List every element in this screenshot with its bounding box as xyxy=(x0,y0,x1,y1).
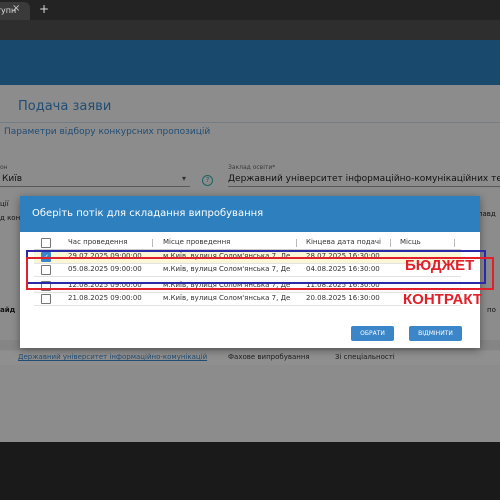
column-place[interactable]: Місце проведення xyxy=(163,238,230,246)
dialog-header: Оберіть потік для складання випробування xyxy=(20,196,480,232)
column-time[interactable]: Час проведення xyxy=(68,238,127,246)
select-all-checkbox[interactable] xyxy=(41,238,51,248)
row-time: 21.08.2025 09:00:00 xyxy=(68,294,142,302)
column-seats[interactable]: Місць xyxy=(400,238,421,246)
column-separator xyxy=(454,239,455,247)
browser-tab-bar: ступн × + xyxy=(0,0,500,20)
screen-bezel xyxy=(0,442,500,500)
close-tab-icon[interactable]: × xyxy=(12,3,20,15)
choose-button[interactable]: ОБРАТИ xyxy=(351,326,394,341)
column-deadline[interactable]: Кінцева дата подачі xyxy=(306,238,381,246)
table-row[interactable]: 21.08.2025 09:00:00 м.Київ, вулиця Солом… xyxy=(34,293,461,306)
browser-toolbar xyxy=(0,20,500,40)
new-tab-icon[interactable]: + xyxy=(39,3,49,15)
grid-header: Час проведення Місце проведення Кінцева … xyxy=(34,237,461,250)
budget-annotation: БЮДЖЕТ xyxy=(405,257,475,274)
column-separator xyxy=(152,239,153,247)
column-separator xyxy=(296,239,297,247)
column-separator xyxy=(390,239,391,247)
cancel-button[interactable]: ВІДМІНИТИ xyxy=(409,326,462,341)
row-deadline: 20.08.2025 16:30:00 xyxy=(306,294,380,302)
row-place: м.Київ, вулиця Солом'янська 7, Держ xyxy=(163,294,291,302)
contract-annotation: КОНТРАКТ xyxy=(403,291,483,308)
dialog-title: Оберіть потік для складання випробування xyxy=(32,208,264,219)
row-checkbox[interactable] xyxy=(41,294,51,304)
